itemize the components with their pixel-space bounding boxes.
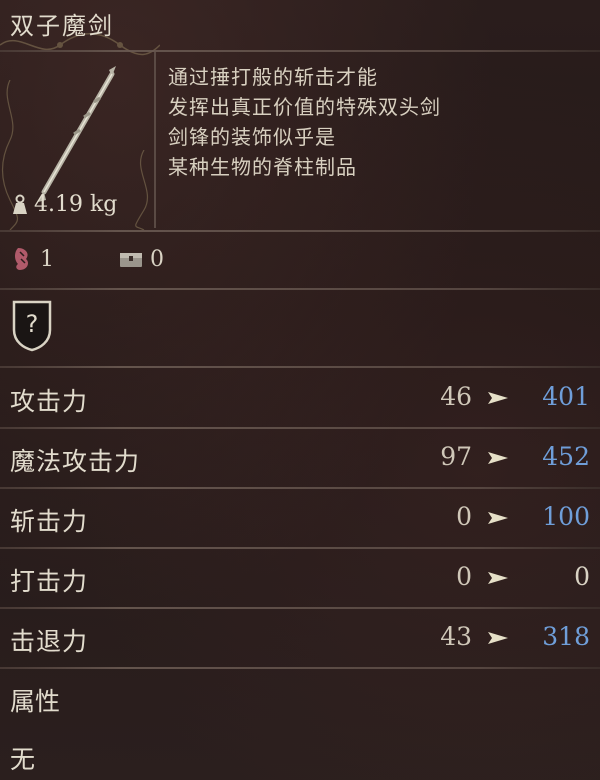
weight-display: 4.19 kg: [10, 192, 117, 217]
stat-base-value: 0: [456, 502, 472, 531]
weight-value: 4.19 kg: [34, 192, 118, 217]
unknown-shield: ?: [10, 298, 54, 352]
stored-count-value: 0: [150, 246, 164, 272]
stat-row-magic-attack: 魔法攻击力 97 452: [0, 430, 600, 488]
divider: [0, 366, 600, 368]
stat-upgraded-value: 318: [542, 622, 590, 651]
stat-upgraded-value: 452: [542, 442, 590, 471]
stat-label: 攻击力: [10, 387, 89, 416]
divider: [0, 487, 600, 489]
divider: [0, 667, 600, 669]
stat-row-attack: 攻击力 46 401: [0, 370, 600, 428]
item-description: 通过捶打般的斩击才能 发挥出真正价值的特殊双头剑 剑锋的装饰似乎是 某种生物的脊…: [168, 62, 441, 182]
held-count-icon: [15, 248, 28, 270]
unknown-shield-icon: ?: [12, 300, 52, 352]
attribute-label: 属性: [10, 687, 61, 716]
arrow-right-icon: [488, 512, 508, 524]
stat-upgraded-value: 0: [574, 562, 590, 591]
item-counts: 1 0: [12, 246, 164, 272]
attribute-value: 无: [10, 745, 36, 774]
held-count-value: 1: [40, 246, 54, 272]
divider: [0, 427, 600, 429]
divider: [154, 52, 156, 228]
arrow-right-icon: [488, 632, 508, 644]
svg-text:?: ?: [26, 310, 39, 338]
description-line: 剑锋的装饰似乎是: [168, 125, 336, 149]
divider: [0, 288, 600, 290]
item-name: 双子魔剑: [10, 12, 114, 40]
stat-label: 击退力: [10, 627, 89, 656]
arrow-right-icon: [488, 452, 508, 464]
description-line: 发挥出真正价值的特殊双头剑: [168, 95, 441, 119]
divider: [0, 547, 600, 549]
arrow-right-icon: [488, 392, 508, 404]
description-line: 通过捶打般的斩击才能: [168, 65, 378, 89]
stat-base-value: 0: [456, 562, 472, 591]
item-detail-panel: 双子魔剑 4.19 kg 通过捶打般的斩击才能 发挥出真正价值的特殊双头剑 剑锋…: [0, 0, 600, 780]
divider: [0, 607, 600, 609]
arrow-right-icon: [488, 572, 508, 584]
held-count: 1: [12, 246, 54, 272]
storage-chest-icon: [120, 253, 142, 267]
stat-row-slash: 斩击力 0 100: [0, 490, 600, 548]
stat-base-value: 43: [440, 622, 472, 651]
stat-row-strike: 打击力 0 0: [0, 550, 600, 608]
stat-label: 魔法攻击力: [10, 447, 141, 476]
stat-upgraded-value: 100: [542, 502, 590, 531]
divider: [0, 230, 600, 232]
stat-label: 打击力: [10, 567, 89, 596]
stat-label: 斩击力: [10, 507, 89, 536]
description-line: 某种生物的脊柱制品: [168, 155, 357, 179]
stat-base-value: 46: [440, 382, 472, 411]
stat-upgraded-value: 401: [542, 382, 590, 411]
weight-icon: [13, 194, 27, 214]
stored-count: 0: [118, 247, 164, 272]
stat-base-value: 97: [440, 442, 472, 471]
stat-row-knockdown: 击退力 43 318: [0, 610, 600, 668]
